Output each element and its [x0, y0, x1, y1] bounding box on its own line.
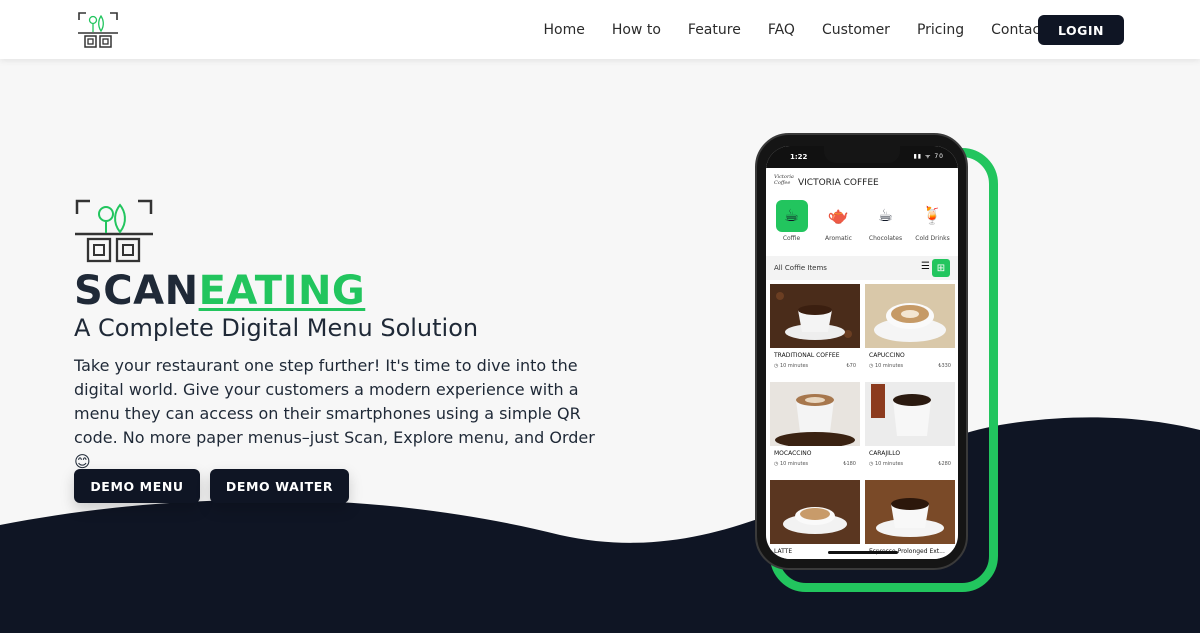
nav-link-feature[interactable]: Feature [688, 22, 741, 38]
items-list-title: All Coffie Items [774, 264, 827, 272]
nav-link-how-to[interactable]: How to [612, 22, 661, 38]
category-bar: ☕ Coffie 🫖 Aromatic ☕ Chocolates 🍹 Cold … [766, 200, 958, 250]
qr-leaf-logo-icon[interactable] [77, 11, 119, 49]
demo-menu-button[interactable]: DEMO MENU [74, 469, 200, 503]
cappuccino-photo [865, 284, 955, 348]
status-icons: ▮▮ ᯤ 70 [913, 153, 944, 160]
latte-photo [770, 480, 860, 544]
category-chocolates[interactable]: ☕ Chocolates [864, 200, 908, 250]
item-time: ◷ 10 minutes [869, 363, 904, 369]
chocolate-cup-icon: ☕ [877, 206, 894, 226]
login-button[interactable]: LOGIN [1038, 15, 1124, 45]
grid-view-icon[interactable]: ⊞ [932, 259, 950, 277]
item-time: ◷ 10 minutes [774, 461, 809, 467]
cafe-logo: Victoria Coffee [774, 174, 794, 186]
status-time: 1:22 [790, 153, 808, 161]
phone-screen: 1:22 ▮▮ ᯤ 70 Victoria Coffee VICTORIA CO… [766, 146, 958, 559]
item-price: ₺70 [846, 363, 856, 369]
nav-link-customer[interactable]: Customer [822, 22, 890, 38]
menu-item-card[interactable]: TRADITIONAL COFFEE ◷ 10 minutes ₺70 [770, 284, 860, 378]
phone-mockup: 1:22 ▮▮ ᯤ 70 Victoria Coffee VICTORIA CO… [755, 133, 968, 570]
item-time: ◷ 10 minutes [774, 363, 809, 369]
menu-item-card[interactable]: CAPUCCINO ◷ 10 minutes ₺330 [865, 284, 955, 378]
nav-link-pricing[interactable]: Pricing [917, 22, 964, 38]
nav-links: Home How to Feature FAQ Customer Pricing… [530, 0, 1059, 59]
espresso-photo [865, 480, 955, 544]
category-label: Cold Drinks [915, 235, 950, 242]
items-list-header: All Coffie Items ☰ ⊞ [766, 256, 958, 280]
demo-waiter-button[interactable]: DEMO WAITER [210, 469, 349, 503]
menu-item-card[interactable]: CARAJILLO ◷ 10 minutes ₺280 [865, 382, 955, 476]
item-name: CARAJILLO [869, 450, 901, 457]
brand-title-eating: EATING [198, 268, 366, 314]
item-time: ◷ 10 minutes [869, 461, 904, 467]
top-navbar: Home How to Feature FAQ Customer Pricing… [0, 0, 1200, 59]
teapot-icon: 🫖 [827, 206, 850, 226]
list-view-icon[interactable]: ☰ [921, 261, 930, 272]
hero-description: Take your restaurant one step further! I… [74, 354, 604, 474]
qr-leaf-logo-icon [75, 199, 153, 263]
cocktail-icon: 🍹 [921, 206, 944, 226]
category-aromatic[interactable]: 🫖 Aromatic [817, 200, 861, 250]
menu-item-card[interactable]: Espresso Prolonged Ext... [865, 480, 955, 559]
nav-link-home[interactable]: Home [544, 22, 585, 38]
category-cold-drinks[interactable]: 🍹 Cold Drinks [911, 200, 955, 250]
cafe-name: VICTORIA COFFEE [798, 178, 879, 188]
mocaccino-photo [770, 382, 860, 446]
coffee-photo [770, 284, 860, 348]
item-name: TRADITIONAL COFFEE [774, 352, 840, 359]
menu-item-card[interactable]: LATTE [770, 480, 860, 559]
hero-subtitle: A Complete Digital Menu Solution [74, 314, 479, 342]
item-name: MOCACCINO [774, 450, 812, 457]
item-name: CAPUCCINO [869, 352, 905, 359]
coffee-cup-icon: ☕ [775, 200, 808, 232]
nav-link-faq[interactable]: FAQ [768, 22, 795, 38]
category-label: Aromatic [825, 235, 852, 242]
item-name: LATTE [774, 548, 793, 555]
phone-notch [824, 146, 900, 163]
brand-title-scan: SCAN [74, 268, 199, 314]
hero-description-text: Take your restaurant one step further! I… [74, 356, 595, 447]
brand-title: SCANEATING [74, 268, 365, 314]
item-price: ₺180 [843, 461, 856, 467]
phone-home-indicator [828, 551, 898, 554]
menu-item-card[interactable]: MOCACCINO ◷ 10 minutes ₺180 [770, 382, 860, 476]
item-price: ₺280 [938, 461, 951, 467]
app-header: Victoria Coffee VICTORIA COFFEE [766, 168, 958, 198]
item-price: ₺330 [938, 363, 951, 369]
category-label: Chocolates [868, 235, 903, 242]
category-coffie[interactable]: ☕ Coffie [770, 200, 814, 250]
carajillo-photo [865, 382, 955, 446]
category-label: Coffie [782, 235, 801, 242]
